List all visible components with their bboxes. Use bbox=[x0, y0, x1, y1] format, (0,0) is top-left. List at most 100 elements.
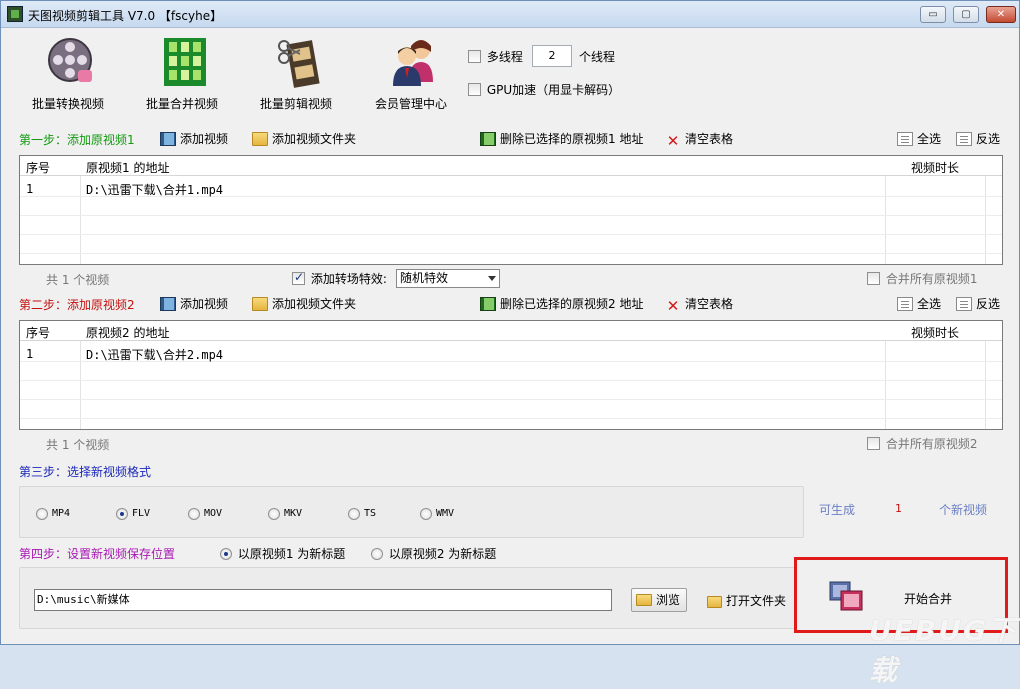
merge-all1-checkbox[interactable] bbox=[867, 272, 880, 285]
transition-checkbox[interactable] bbox=[292, 270, 305, 285]
browse-button[interactable]: 浏览 bbox=[631, 588, 687, 612]
can-generate-label: 可生成 bbox=[819, 503, 856, 517]
step1-delete-selected-button[interactable]: 删除已选择的原视频1 地址 bbox=[480, 130, 643, 148]
step3-title: 第三步：选择新视频格式 bbox=[19, 465, 152, 479]
step2-delete-selected-button[interactable]: 删除已选择的原视频2 地址 bbox=[480, 295, 643, 313]
format-radio[interactable] bbox=[36, 507, 48, 520]
table-row-empty bbox=[20, 400, 1002, 419]
add-video-icon bbox=[160, 297, 176, 311]
col-path-header[interactable]: 原视频2 的地址 bbox=[86, 324, 169, 341]
step2-count: 共 1 个视频 bbox=[46, 438, 110, 452]
col-duration-header[interactable]: 视频时长 bbox=[911, 159, 959, 176]
col-index-header[interactable]: 序号 bbox=[26, 159, 50, 176]
multithread-checkbox[interactable] bbox=[468, 50, 481, 63]
generate-count: 1 bbox=[895, 502, 902, 515]
add-folder-icon bbox=[252, 297, 268, 311]
step4-title: 第四步：设置新视频保存位置 bbox=[19, 547, 176, 561]
batch-convert-button[interactable]: 批量转换视频 bbox=[18, 33, 118, 113]
step2-invert-button[interactable]: 反选 bbox=[956, 295, 1000, 313]
open-folder-label: 打开文件夹 bbox=[726, 594, 787, 608]
batch-convert-label: 批量转换视频 bbox=[31, 97, 104, 111]
open-folder-button[interactable]: 打开文件夹 bbox=[707, 592, 786, 610]
title-from-video1-option[interactable]: 以原视频1 为新标题 bbox=[220, 545, 345, 562]
step2-add-video-label: 添加视频 bbox=[180, 297, 229, 311]
gpu-checkbox[interactable] bbox=[468, 83, 481, 96]
step2-delete-selected-label: 删除已选择的原视频2 地址 bbox=[500, 297, 644, 311]
transition-option[interactable]: 添加转场特效: bbox=[292, 270, 387, 287]
app-window: 天图视频剪辑工具 V7.0 【fscyhe】 ▭ ▢ ✕ 批量转换视频 批量合并… bbox=[0, 0, 1020, 687]
table-row[interactable]: 1 D:\迅雷下载\合并2.mp4 bbox=[20, 343, 1002, 362]
threads-input[interactable]: 2 bbox=[532, 45, 572, 67]
step1-add-video-button[interactable]: 添加视频 bbox=[160, 130, 228, 148]
table-header: 序号 原视频1 的地址 视频时长 bbox=[20, 156, 1002, 176]
format-option-ts[interactable]: TS bbox=[348, 506, 376, 520]
film-strip-grid-icon bbox=[164, 38, 206, 86]
title-radio[interactable] bbox=[371, 547, 383, 560]
format-radio[interactable] bbox=[188, 507, 200, 520]
gpu-option[interactable]: GPU加速（用显卡解码） bbox=[468, 81, 620, 98]
browse-folder-icon bbox=[636, 594, 652, 606]
app-logo-icon bbox=[7, 6, 23, 22]
member-center-button[interactable]: 会员管理中心 bbox=[361, 33, 461, 113]
title-radio[interactable] bbox=[220, 547, 232, 560]
title-from-video2-label: 以原视频2 为新标题 bbox=[388, 547, 497, 561]
transition-select-value: 随机特效 bbox=[400, 271, 449, 285]
table-row-empty bbox=[20, 197, 1002, 216]
col-duration-header[interactable]: 视频时长 bbox=[911, 324, 959, 341]
step1-merge-all-option[interactable]: 合并所有原视频1 bbox=[867, 270, 977, 287]
title-from-video1-label: 以原视频1 为新标题 bbox=[237, 547, 346, 561]
format-label: WMV bbox=[436, 508, 455, 519]
format-option-flv[interactable]: FLV bbox=[116, 506, 150, 520]
multithread-option[interactable]: 多线程 bbox=[468, 48, 523, 65]
save-path-input[interactable]: D:\music\新媒体 bbox=[34, 589, 612, 611]
step2-add-folder-button[interactable]: 添加视频文件夹 bbox=[252, 295, 356, 313]
col-index-header[interactable]: 序号 bbox=[26, 324, 50, 341]
format-option-wmv[interactable]: WMV bbox=[420, 506, 454, 520]
film-scissors-icon bbox=[278, 40, 320, 88]
step2-add-folder-label: 添加视频文件夹 bbox=[272, 297, 357, 311]
step1-clear-table-label: 清空表格 bbox=[685, 132, 734, 146]
col-path-header[interactable]: 原视频1 的地址 bbox=[86, 159, 169, 176]
transition-select[interactable]: 随机特效 bbox=[396, 269, 500, 288]
merge-all2-label: 合并所有原视频2 bbox=[885, 437, 978, 451]
minimize-button[interactable]: ▭ bbox=[920, 6, 946, 23]
transition-label: 添加转场特效: bbox=[310, 272, 387, 286]
window-title: 天图视频剪辑工具 V7.0 【fscyhe】 bbox=[28, 9, 223, 23]
step2-select-all-button[interactable]: 全选 bbox=[897, 295, 941, 313]
step1-select-all-button[interactable]: 全选 bbox=[897, 130, 941, 148]
row-path: D:\迅雷下载\合并2.mp4 bbox=[86, 348, 224, 362]
row-index: 1 bbox=[26, 347, 34, 361]
clear-x-icon: ✕ bbox=[666, 132, 680, 150]
open-folder-icon bbox=[707, 596, 722, 608]
title-from-video2-option[interactable]: 以原视频2 为新标题 bbox=[371, 545, 496, 562]
step1-invert-button[interactable]: 反选 bbox=[956, 130, 1000, 148]
close-button[interactable]: ✕ bbox=[986, 6, 1016, 23]
film-reel-icon bbox=[48, 38, 92, 82]
step1-add-folder-label: 添加视频文件夹 bbox=[272, 132, 357, 146]
delete-video-icon bbox=[480, 297, 496, 311]
table-row[interactable]: 1 D:\迅雷下载\合并1.mp4 bbox=[20, 178, 1002, 197]
format-radio[interactable] bbox=[348, 507, 360, 520]
row-index: 1 bbox=[26, 182, 34, 196]
step2-invert-label: 反选 bbox=[976, 297, 1001, 311]
format-option-mov[interactable]: MOV bbox=[188, 506, 222, 520]
format-radio[interactable] bbox=[116, 507, 128, 520]
format-option-mkv[interactable]: MKV bbox=[268, 506, 302, 520]
step1-delete-selected-label: 删除已选择的原视频1 地址 bbox=[500, 132, 644, 146]
watermark-logo: UEBUG下载 bbox=[869, 614, 1018, 687]
format-radio[interactable] bbox=[420, 507, 432, 520]
step1-add-folder-button[interactable]: 添加视频文件夹 bbox=[252, 130, 356, 148]
format-option-mp4[interactable]: MP4 bbox=[36, 506, 70, 520]
format-label: MKV bbox=[284, 508, 303, 519]
delete-video-icon bbox=[480, 132, 496, 146]
maximize-button[interactable]: ▢ bbox=[953, 6, 979, 23]
batch-merge-button[interactable]: 批量合并视频 bbox=[132, 33, 232, 113]
step2-merge-all-option[interactable]: 合并所有原视频2 bbox=[867, 435, 977, 452]
merge-all2-checkbox[interactable] bbox=[867, 437, 880, 450]
select-all-icon bbox=[897, 132, 913, 146]
step2-clear-table-button[interactable]: ✕ 清空表格 bbox=[665, 295, 733, 314]
step2-add-video-button[interactable]: 添加视频 bbox=[160, 295, 228, 313]
format-radio[interactable] bbox=[268, 507, 280, 520]
step1-clear-table-button[interactable]: ✕ 清空表格 bbox=[665, 130, 734, 150]
batch-cut-button[interactable]: 批量剪辑视频 bbox=[246, 33, 346, 113]
